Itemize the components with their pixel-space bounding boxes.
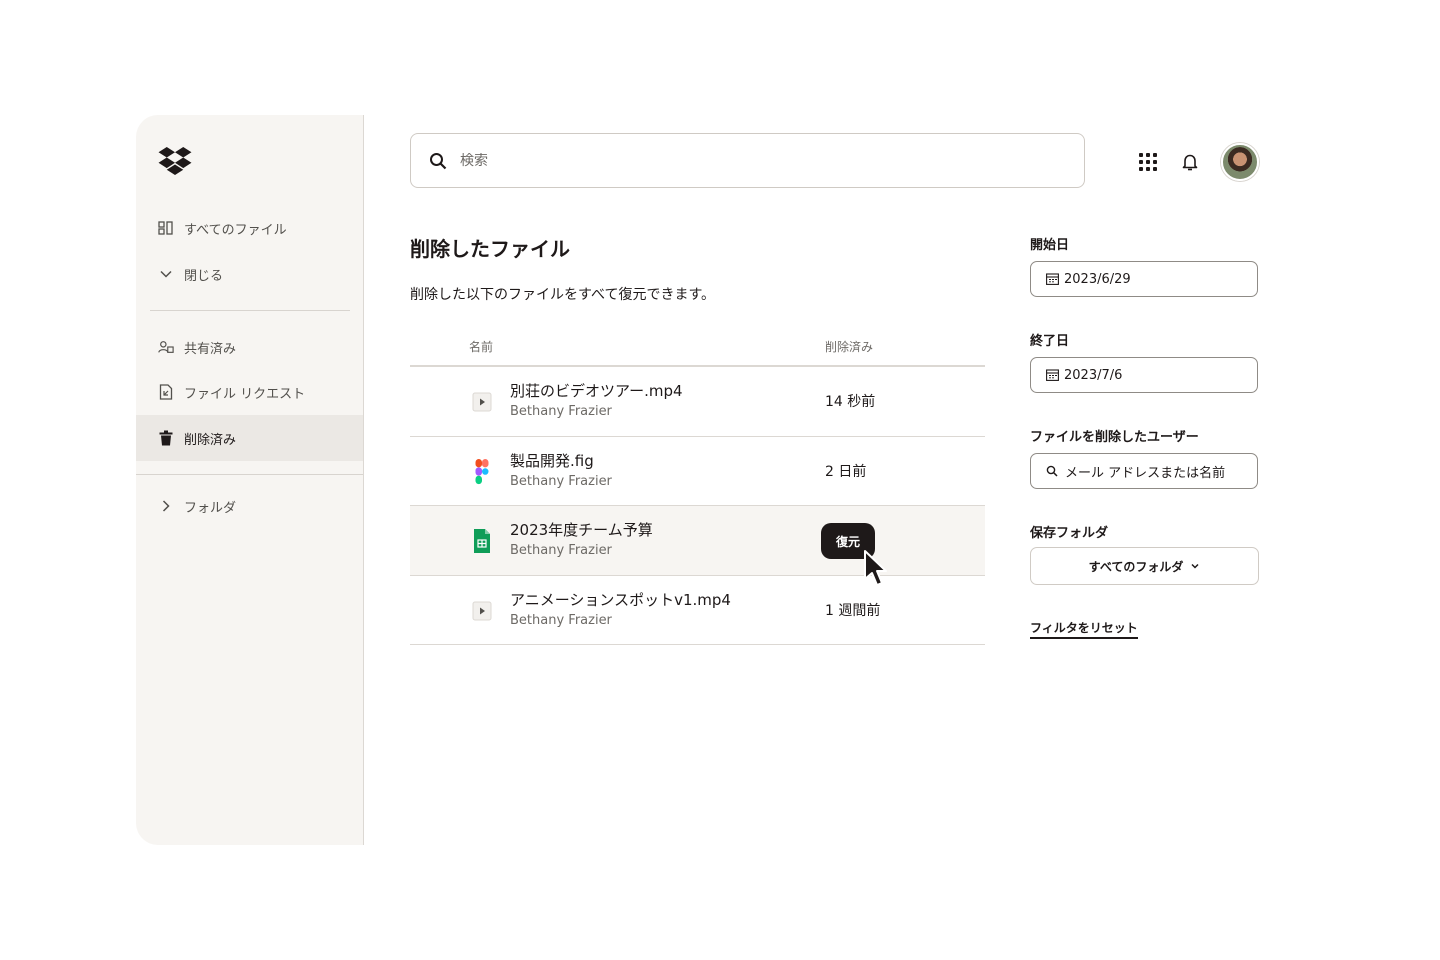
sidebar-item-file-requests[interactable]: ファイル リクエスト — [136, 369, 363, 415]
sidebar-item-label: フォルダ — [184, 500, 237, 516]
video-file-icon — [472, 601, 492, 620]
deleted-by-label: ファイルを削除したユーザー — [1030, 430, 1199, 445]
sidebar-divider — [136, 474, 363, 475]
search-bar[interactable] — [410, 133, 1085, 188]
deleted-time: 2 日前 — [825, 463, 867, 480]
file-owner: Bethany Frazier — [510, 404, 612, 419]
sidebar-item-shared[interactable]: 共有済み — [136, 324, 363, 370]
deleted-files-table: 名前 削除済み 別荘のビデオツアー.mp4 Bethany Frazier 14… — [410, 335, 985, 645]
reset-filters-link[interactable]: フィルタをリセット — [1030, 619, 1138, 639]
file-request-icon — [158, 384, 174, 400]
end-date-label: 終了日 — [1030, 334, 1070, 349]
end-date-field[interactable]: 2023/7/6 — [1030, 357, 1258, 393]
start-date-label: 開始日 — [1030, 238, 1070, 253]
shared-icon — [158, 339, 174, 355]
table-row[interactable]: 別荘のビデオツアー.mp4 Bethany Frazier 14 秒前 — [410, 367, 985, 437]
sidebar-item-label: すべてのファイル — [184, 222, 287, 238]
search-icon — [430, 152, 447, 169]
file-name: 製品開発.fig — [510, 451, 594, 470]
table-row[interactable]: アニメーションスポットv1.mp4 Bethany Frazier 1 週間前 — [410, 576, 985, 645]
video-file-icon — [472, 392, 492, 412]
chevron-down-icon — [1191, 563, 1199, 569]
app-grid-icon[interactable] — [1139, 153, 1157, 171]
deleted-time: 14 秒前 — [825, 394, 876, 410]
page-title: 削除したファイル — [410, 237, 570, 261]
figma-file-icon — [475, 458, 489, 484]
sidebar-item-label: 閉じる — [184, 268, 224, 284]
folder-label: 保存フォルダ — [1030, 526, 1109, 541]
folder-select-value: すべてのフォルダ — [1088, 559, 1184, 574]
sidebar-item-label: ファイル リクエスト — [184, 386, 306, 402]
column-header-name[interactable]: 名前 — [469, 338, 493, 355]
page-subtitle: 削除した以下のファイルをすべて復元できます。 — [410, 287, 716, 303]
file-name: 別荘のビデオツアー.mp4 — [510, 382, 683, 400]
app-window: すべてのファイル 閉じる 共有済み ファイル リクエスト 削除済み フォルダ 検… — [136, 115, 1304, 845]
sidebar-divider — [150, 310, 350, 311]
file-owner: Bethany Frazier — [510, 612, 612, 628]
deleted-by-placeholder: メール アドレスまたは名前 — [1065, 465, 1226, 481]
table-row[interactable]: 製品開発.fig Bethany Frazier 2 日前 — [410, 437, 985, 506]
calendar-icon — [1046, 369, 1059, 381]
table-row[interactable]: 2023年度チーム予算 Bethany Frazier 復元 — [410, 506, 985, 586]
sidebar-item-label: 削除済み — [184, 432, 237, 448]
end-date-value: 2023/7/6 — [1064, 367, 1123, 383]
table-header: 名前 削除済み — [410, 335, 985, 367]
spreadsheet-file-icon — [474, 529, 490, 553]
column-header-deleted[interactable]: 削除済み — [825, 338, 873, 355]
sidebar: すべてのファイル 閉じる 共有済み ファイル リクエスト 削除済み フォルダ — [136, 115, 364, 845]
sidebar-item-label: 共有済み — [184, 341, 237, 357]
file-name: アニメーションスポットv1.mp4 — [510, 590, 731, 609]
folder-select[interactable]: すべてのフォルダ — [1030, 547, 1259, 585]
chevron-down-icon — [158, 266, 174, 282]
search-icon — [1046, 465, 1058, 477]
sidebar-item-all-files[interactable]: すべてのファイル — [136, 205, 363, 251]
file-owner: Bethany Frazier — [510, 473, 612, 489]
calendar-icon — [1046, 273, 1059, 285]
deleted-by-field[interactable]: メール アドレスまたは名前 — [1030, 453, 1258, 489]
sidebar-item-folders[interactable]: フォルダ — [136, 483, 363, 529]
top-actions — [1139, 143, 1259, 181]
trash-icon — [158, 430, 174, 446]
all-files-icon — [158, 220, 174, 236]
start-date-value: 2023/6/29 — [1064, 271, 1131, 287]
file-name: 2023年度チーム予算 — [510, 521, 653, 539]
sidebar-item-deleted[interactable]: 削除済み — [136, 415, 363, 461]
search-input[interactable] — [460, 152, 1020, 169]
notification-bell-icon[interactable] — [1180, 152, 1200, 172]
user-avatar[interactable] — [1221, 143, 1259, 181]
start-date-field[interactable]: 2023/6/29 — [1030, 261, 1258, 297]
chevron-right-icon — [158, 498, 174, 514]
file-owner: Bethany Frazier — [510, 543, 612, 558]
deleted-time: 1 週間前 — [825, 602, 881, 619]
dropbox-logo[interactable] — [158, 147, 192, 175]
sidebar-item-collapse[interactable]: 閉じる — [136, 251, 363, 297]
